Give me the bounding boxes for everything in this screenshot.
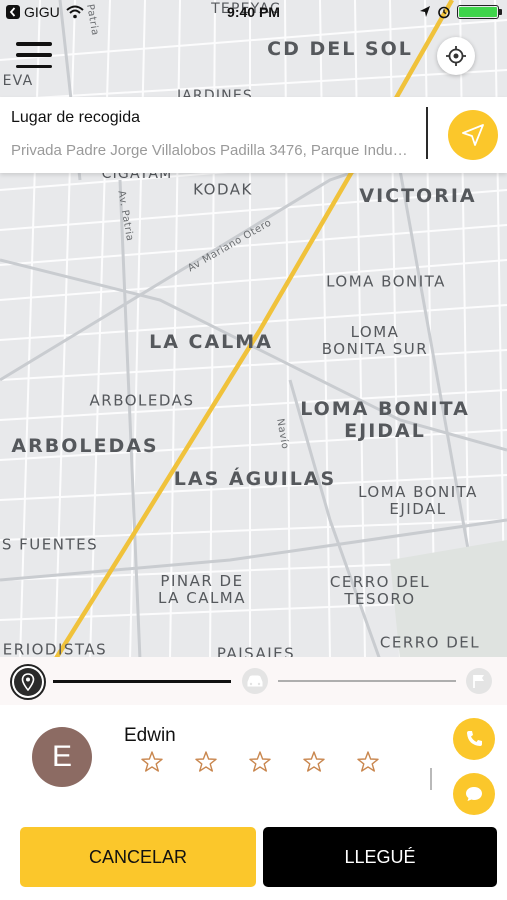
map-label-fuentes: S FUENTES [1, 535, 99, 554]
progress-line-pending [278, 680, 456, 682]
map-label-cerro-del-tesoro: CERRO DEL TESORO [329, 572, 431, 609]
driver-panel: E Edwin [0, 705, 507, 815]
location-arrow-icon [420, 6, 430, 17]
map-label-eva: EVA [2, 72, 34, 89]
star-icon [357, 751, 379, 772]
message-driver-button[interactable] [453, 773, 495, 815]
phone-icon [467, 731, 482, 746]
map-label-loma-bonita-ejidal-small-line1: LOMA BONITA [358, 482, 478, 501]
alarm-icon [438, 6, 450, 19]
driver-rating [140, 750, 380, 774]
driver-name: Edwin [124, 725, 176, 746]
cancel-button[interactable]: CANCELAR [20, 827, 256, 887]
map-label-loma-bonita-sur: LOMA BONITA SUR [321, 322, 429, 359]
progress-line-completed [53, 680, 231, 683]
map-label-la-calma: LA CALMA [149, 331, 273, 354]
battery-icon [457, 5, 502, 19]
send-arrow-icon [462, 124, 484, 146]
progress-step-destination [466, 668, 492, 694]
map-label-loma-bonita-sur-line1: LOMA [350, 322, 400, 341]
star-icon [303, 751, 325, 772]
driver-divider [430, 768, 432, 790]
car-icon [247, 675, 263, 687]
my-location-button[interactable] [437, 37, 475, 75]
map-label-victoria: VICTORIA [359, 185, 477, 208]
progress-step-ride [242, 668, 268, 694]
progress-step-pickup [10, 664, 46, 700]
map-label-pinar-line2: LA CALMA [157, 589, 247, 607]
map-label-loma-bonita-ejidal-small: LOMA BONITA EJIDAL [358, 482, 478, 519]
map-label-loma-bonita: LOMA BONITA [326, 272, 446, 291]
crosshair-icon [446, 46, 466, 66]
map-label-las-aguilas: LAS ÁGUILAS [173, 468, 337, 491]
map-label-cerro-line1: CERRO DEL [329, 572, 431, 591]
map-label-arboledas: ARBOLEDAS [11, 435, 159, 458]
menu-icon[interactable] [16, 40, 52, 70]
trip-progress [0, 657, 507, 705]
star-icon [141, 751, 163, 772]
map-label-cerro-line2: TESORO [344, 590, 416, 608]
call-driver-button[interactable] [453, 718, 495, 760]
pickup-location-card[interactable]: Lugar de recogida Privada Padre Jorge Vi… [0, 97, 507, 173]
map-label-cd-del-sol: CD DEL SOL [267, 38, 413, 61]
driver-avatar: E [32, 727, 92, 787]
status-bar: GIGU 9:40 PM [0, 0, 507, 26]
pickup-address[interactable]: Privada Padre Jorge Villalobos Padilla 3… [11, 142, 411, 159]
navigate-button[interactable] [448, 110, 498, 160]
map-label-kodak: KODAK [193, 180, 253, 199]
map-label-loma-bonita-ejidal-line1: LOMA BONITA [300, 398, 470, 421]
map-pin-icon [21, 673, 35, 691]
map-label-loma-bonita-ejidal: LOMA BONITA EJIDAL [300, 398, 470, 443]
map-label-loma-bonita-ejidal-small-line2: EJIDAL [389, 500, 447, 518]
star-icon [249, 751, 271, 772]
flag-icon [473, 675, 484, 688]
pickup-divider [426, 107, 428, 159]
pickup-title: Lugar de recogida [11, 109, 140, 126]
map-label-pinar-de-la-calma: PINAR DE LA CALMA [157, 571, 247, 608]
map-label-loma-bonita-ejidal-line2: EJIDAL [344, 420, 426, 442]
arrived-button[interactable]: LLEGUÉ [263, 827, 497, 887]
star-icon [195, 751, 217, 772]
chat-bubble-icon [466, 787, 482, 801]
map-label-loma-bonita-sur-line2: BONITA SUR [321, 340, 429, 358]
map-label-arboledas-small: ARBOLEDAS [89, 391, 195, 410]
map-label-cerro-del: CERRO DEL [379, 633, 481, 652]
map-label-pinar-line1: PINAR DE [160, 571, 244, 590]
action-bar: CANCELAR LLEGUÉ [0, 815, 507, 900]
